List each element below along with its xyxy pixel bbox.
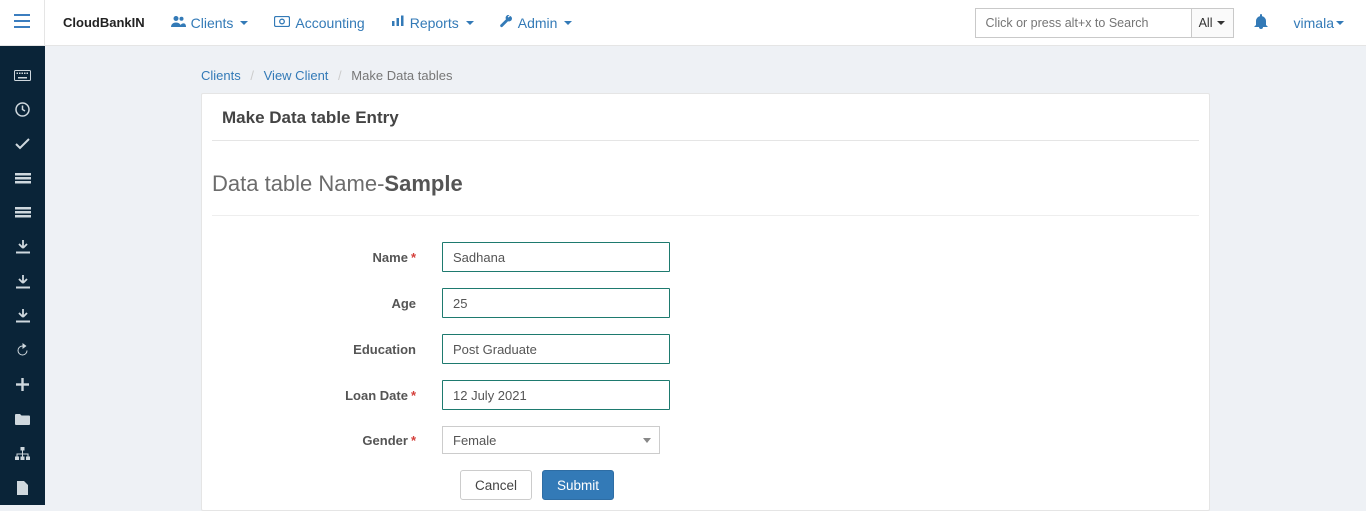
rail-check[interactable] <box>0 127 45 161</box>
top-nav: Clients Accounting Reports Admin <box>171 15 573 31</box>
search-filter-dropdown[interactable]: All <box>1191 9 1233 37</box>
cancel-button[interactable]: Cancel <box>460 470 532 500</box>
search-input[interactable] <box>976 9 1191 37</box>
button-row: Cancel Submit <box>460 470 1199 500</box>
wrench-icon <box>500 15 513 31</box>
search-box: All <box>975 8 1234 38</box>
caret-down-icon <box>564 21 572 25</box>
nav-accounting[interactable]: Accounting <box>274 15 364 31</box>
bars-icon <box>14 13 30 33</box>
row-education: Education <box>212 334 1199 364</box>
panel-title: Make Data table Entry <box>212 94 1199 141</box>
row-name: Name* <box>212 242 1199 272</box>
rail-download-3[interactable] <box>0 299 45 333</box>
money-icon <box>274 15 290 30</box>
rail-keyboard[interactable] <box>0 58 45 92</box>
nav-accounting-label: Accounting <box>295 15 364 31</box>
rail-refresh[interactable] <box>0 333 45 367</box>
main-content: Clients / View Client / Make Data tables… <box>45 46 1366 505</box>
loan-date-input[interactable] <box>442 380 670 410</box>
chart-icon <box>391 15 405 30</box>
label-education: Education <box>212 342 442 357</box>
education-input[interactable] <box>442 334 670 364</box>
top-header: CloudBankIN Clients Accounting Reports <box>0 0 1366 46</box>
label-loan-date: Loan Date* <box>212 388 442 403</box>
caret-down-icon <box>1336 21 1344 25</box>
row-age: Age <box>212 288 1199 318</box>
user-menu[interactable]: vimala <box>1294 15 1344 31</box>
nav-reports[interactable]: Reports <box>391 15 474 31</box>
submit-button[interactable]: Submit <box>542 470 614 500</box>
caret-down-icon <box>240 21 248 25</box>
gender-value: Female <box>453 433 496 448</box>
breadcrumb-current: Make Data tables <box>351 68 452 83</box>
left-rail <box>0 46 45 505</box>
menu-toggle[interactable] <box>0 0 45 46</box>
rail-clock[interactable] <box>0 92 45 126</box>
username-label: vimala <box>1294 15 1334 31</box>
rail-download-2[interactable] <box>0 264 45 298</box>
name-input[interactable] <box>442 242 670 272</box>
breadcrumb-clients[interactable]: Clients <box>201 68 241 83</box>
breadcrumb: Clients / View Client / Make Data tables <box>45 46 1366 93</box>
label-age: Age <box>212 296 442 311</box>
label-gender: Gender* <box>212 433 442 448</box>
rail-list-1[interactable] <box>0 161 45 195</box>
rail-folder[interactable] <box>0 402 45 436</box>
rail-list-2[interactable] <box>0 196 45 230</box>
form: Name* Age Education Loan Date* Gender* F… <box>202 222 1209 510</box>
notifications-button[interactable] <box>1254 13 1268 33</box>
caret-down-icon <box>643 438 651 443</box>
gender-select[interactable]: Female <box>442 426 660 454</box>
rail-file[interactable] <box>0 471 45 505</box>
rail-plus[interactable] <box>0 368 45 402</box>
rail-sitemap[interactable] <box>0 436 45 470</box>
nav-admin-label: Admin <box>518 15 558 31</box>
row-gender: Gender* Female <box>212 426 1199 454</box>
caret-down-icon <box>466 21 474 25</box>
label-name: Name* <box>212 250 442 265</box>
subtitle-prefix: Data table Name- <box>212 171 384 196</box>
nav-admin[interactable]: Admin <box>500 15 573 31</box>
panel: Make Data table Entry Data table Name-Sa… <box>201 93 1210 511</box>
age-input[interactable] <box>442 288 670 318</box>
subtitle-name: Sample <box>384 171 462 196</box>
nav-clients[interactable]: Clients <box>171 15 249 31</box>
rail-download-1[interactable] <box>0 230 45 264</box>
nav-clients-label: Clients <box>191 15 234 31</box>
row-loan-date: Loan Date* <box>212 380 1199 410</box>
users-icon <box>171 15 186 30</box>
nav-reports-label: Reports <box>410 15 459 31</box>
search-filter-label: All <box>1199 16 1213 30</box>
caret-down-icon <box>1217 21 1225 25</box>
brand-logo: CloudBankIN <box>45 15 163 30</box>
panel-subtitle: Data table Name-Sample <box>212 141 1199 216</box>
breadcrumb-view-client[interactable]: View Client <box>264 68 329 83</box>
